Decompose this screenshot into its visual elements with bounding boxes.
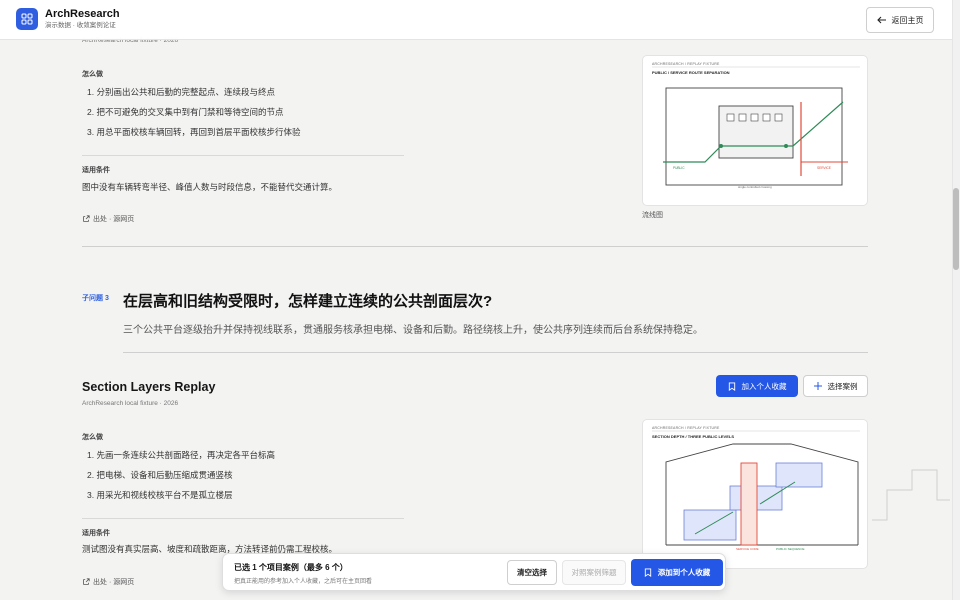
selection-bar: 已选 1 个项目案例（最多 6 个） 把真正能用的参考加入个人收藏，之后可在主页… bbox=[222, 553, 726, 591]
core-label: SERVICE CORE bbox=[736, 547, 759, 551]
section-diagram: SERVICE CORE PUBLIC SEQUENCE bbox=[652, 430, 860, 551]
condition-text: 图中没有车辆转弯半径、峰值人数与时段信息，不能替代交通计算。 bbox=[82, 182, 338, 192]
background-decoration bbox=[872, 469, 950, 521]
add-to-favorites-button[interactable]: 添加到个人收藏 bbox=[631, 559, 723, 586]
add-to-favorites-label: 加入个人收藏 bbox=[741, 381, 787, 391]
how-label: 怎么做 bbox=[82, 434, 103, 441]
add-to-favorites-label: 添加到个人收藏 bbox=[657, 568, 711, 577]
step-item: 3. 用总平面校核车辆回转，再回到首层平面校核步行体验 bbox=[87, 127, 301, 137]
arrow-left-icon bbox=[876, 16, 886, 24]
thumb-caption: 流线图 bbox=[642, 212, 663, 219]
selection-note: 把真正能用的参考加入个人收藏，之后可在主页回看 bbox=[234, 579, 373, 585]
step-item: 1. 分别画出公共和后勤的完整起点、连续段与终点 bbox=[87, 87, 275, 97]
sequence-label: PUBLIC SEQUENCE bbox=[776, 547, 805, 551]
scrollbar-thumb[interactable] bbox=[953, 188, 959, 270]
external-link-icon bbox=[83, 215, 90, 222]
step-item: 1. 先画一条连续公共剖面路径，再决定各平台标高 bbox=[87, 450, 275, 460]
section-divider bbox=[123, 352, 868, 353]
case-meta: ArchResearch local fixture · 2026 bbox=[82, 400, 179, 407]
top-bar: ArchResearch 演示数据 · 收敛案例论证 返回主页 bbox=[0, 0, 952, 40]
app-name: ArchResearch bbox=[45, 8, 120, 20]
source-link[interactable]: 出处 · 源网页 bbox=[82, 214, 134, 224]
route-diagram: PUBLIC SERVICE single controlled crossin… bbox=[652, 66, 860, 189]
add-to-favorites-button[interactable]: 加入个人收藏 bbox=[716, 375, 798, 397]
back-home-label: 返回主页 bbox=[891, 15, 924, 25]
compare-cases-button[interactable]: 对照案例筛题 bbox=[562, 560, 626, 585]
selection-count: 已选 1 个项目案例（最多 6 个） bbox=[234, 563, 348, 572]
content-area: ArchResearch local fixture · 2026 怎么做 1.… bbox=[0, 0, 952, 600]
bookmark-icon bbox=[728, 381, 735, 391]
case-title: Section Layers Replay bbox=[82, 380, 216, 394]
section-divider bbox=[82, 246, 868, 247]
source-link[interactable]: 出处 · 源网页 bbox=[82, 577, 134, 587]
scrollbar-track[interactable] bbox=[952, 0, 960, 600]
section-rule bbox=[82, 518, 404, 519]
brand[interactable]: ArchResearch 演示数据 · 收敛案例论证 bbox=[16, 8, 120, 30]
external-link-icon bbox=[83, 578, 90, 585]
service-label: SERVICE bbox=[817, 166, 831, 170]
public-label: PUBLIC bbox=[673, 166, 685, 170]
step-item: 2. 把电梯、设备和后勤压缩成贯通竖核 bbox=[87, 470, 233, 480]
back-home-button[interactable]: 返回主页 bbox=[866, 7, 934, 33]
plus-icon bbox=[813, 382, 822, 390]
section-rule bbox=[82, 155, 404, 156]
step-item: 3. 用采光和视线校核平台不是孤立楼层 bbox=[87, 490, 233, 500]
condition-label: 适用条件 bbox=[82, 167, 110, 174]
how-label: 怎么做 bbox=[82, 71, 103, 78]
subproblem-tag: 子问题 3 bbox=[82, 295, 109, 302]
bookmark-icon bbox=[644, 568, 651, 577]
case-thumbnail[interactable]: ARCHRESEARCH / REPLAY FIXTURE SECTION DE… bbox=[642, 419, 868, 569]
step-item: 2. 把不可避免的交叉集中到有门禁和等待空间的节点 bbox=[87, 107, 284, 117]
app-logo-icon bbox=[16, 8, 38, 30]
source-label: 出处 · 源网页 bbox=[93, 579, 135, 586]
clear-selection-button[interactable]: 清空选择 bbox=[507, 560, 557, 585]
subproblem-desc: 三个公共平台逐级抬升并保持视线联系，贯通服务核承担电梯、设备和后勤。路径绕核上升… bbox=[123, 325, 703, 336]
select-case-label: 选择案例 bbox=[827, 381, 858, 391]
select-case-button[interactable]: 选择案例 bbox=[803, 375, 868, 397]
condition-label: 适用条件 bbox=[82, 530, 110, 537]
bottom-label: single controlled crossing bbox=[738, 185, 772, 189]
subproblem-title: 在层高和旧结构受限时，怎样建立连续的公共剖面层次? bbox=[123, 293, 493, 310]
source-label: 出处 · 源网页 bbox=[93, 216, 135, 223]
case-thumbnail[interactable]: ARCHRESEARCH / REPLAY FIXTURE PUBLIC / S… bbox=[642, 55, 868, 206]
app-subtitle: 演示数据 · 收敛案例论证 bbox=[45, 22, 116, 29]
